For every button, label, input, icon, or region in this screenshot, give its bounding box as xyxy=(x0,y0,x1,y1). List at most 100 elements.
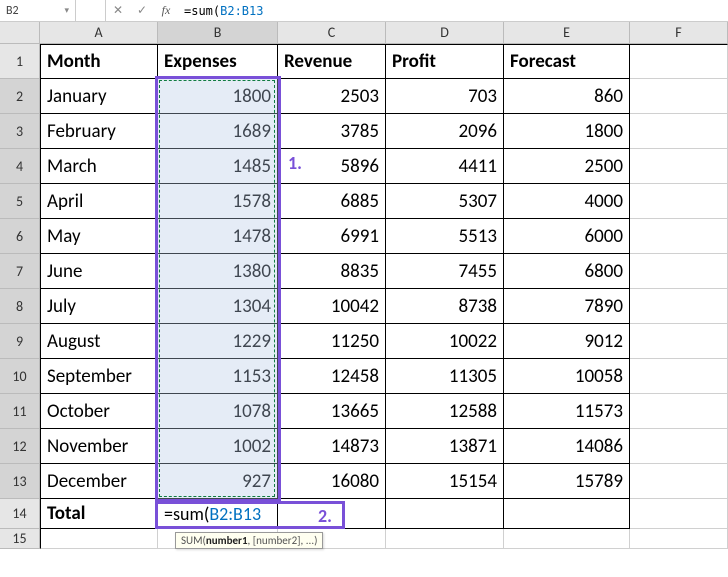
cell-D8[interactable]: 8738 xyxy=(386,289,504,324)
row-header-8[interactable]: 8 xyxy=(0,289,40,324)
cell-B4[interactable]: 1485 xyxy=(158,149,278,184)
row-header-9[interactable]: 9 xyxy=(0,324,40,359)
row-header-7[interactable]: 7 xyxy=(0,254,40,289)
cell-A1[interactable]: Month xyxy=(40,44,158,79)
cell-F1[interactable] xyxy=(630,44,728,79)
cell-D15[interactable] xyxy=(386,529,504,549)
cell-C14[interactable] xyxy=(278,499,386,529)
row-header-12[interactable]: 12 xyxy=(0,429,40,464)
cell-E1[interactable]: Forecast xyxy=(504,44,630,79)
cell-E7[interactable]: 6800 xyxy=(504,254,630,289)
cell-E15[interactable] xyxy=(504,529,630,549)
formula-bar-input[interactable]: =sum(B2:B13 xyxy=(178,0,728,21)
cell-C6[interactable]: 6991 xyxy=(278,219,386,254)
cell-D9[interactable]: 10022 xyxy=(386,324,504,359)
cell-D3[interactable]: 2096 xyxy=(386,114,504,149)
cell-E11[interactable]: 11573 xyxy=(504,394,630,429)
cell-E5[interactable]: 4000 xyxy=(504,184,630,219)
cell-A8[interactable]: July xyxy=(40,289,158,324)
cell-A12[interactable]: November xyxy=(40,429,158,464)
cell-A5[interactable]: April xyxy=(40,184,158,219)
cell-E3[interactable]: 1800 xyxy=(504,114,630,149)
cell-E9[interactable]: 9012 xyxy=(504,324,630,359)
row-header-14[interactable]: 14 xyxy=(0,499,40,529)
cell-F7[interactable] xyxy=(630,254,728,289)
cell-F6[interactable] xyxy=(630,219,728,254)
row-header-5[interactable]: 5 xyxy=(0,184,40,219)
cell-C7[interactable]: 8835 xyxy=(278,254,386,289)
cell-C13[interactable]: 16080 xyxy=(278,464,386,499)
cell-C2[interactable]: 2503 xyxy=(278,79,386,114)
cell-C5[interactable]: 6885 xyxy=(278,184,386,219)
col-header-C[interactable]: C xyxy=(278,22,386,44)
name-box[interactable]: B2 ▾ xyxy=(0,0,76,21)
cell-F2[interactable] xyxy=(630,79,728,114)
cell-F3[interactable] xyxy=(630,114,728,149)
cell-F14[interactable] xyxy=(630,499,728,529)
cell-B1[interactable]: Expenses xyxy=(158,44,278,79)
cell-F15[interactable] xyxy=(630,529,728,549)
cell-D1[interactable]: Profit xyxy=(386,44,504,79)
cell-D10[interactable]: 11305 xyxy=(386,359,504,394)
cell-E10[interactable]: 10058 xyxy=(504,359,630,394)
cancel-formula-button[interactable]: ✕ xyxy=(106,0,130,21)
cell-B9[interactable]: 1229 xyxy=(158,324,278,359)
cell-D2[interactable]: 703 xyxy=(386,79,504,114)
row-header-1[interactable]: 1 xyxy=(0,44,40,79)
cell-E8[interactable]: 7890 xyxy=(504,289,630,324)
cell-A3[interactable]: February xyxy=(40,114,158,149)
cell-D14[interactable] xyxy=(386,499,504,529)
cell-F8[interactable] xyxy=(630,289,728,324)
cell-B14[interactable]: =sum(B2:B13 xyxy=(158,499,278,529)
chevron-down-icon[interactable]: ▾ xyxy=(64,5,69,16)
cell-F13[interactable] xyxy=(630,464,728,499)
cell-D13[interactable]: 15154 xyxy=(386,464,504,499)
cell-A4[interactable]: March xyxy=(40,149,158,184)
cell-F11[interactable] xyxy=(630,394,728,429)
cell-D6[interactable]: 5513 xyxy=(386,219,504,254)
cell-A13[interactable]: December xyxy=(40,464,158,499)
cell-B12[interactable]: 1002 xyxy=(158,429,278,464)
col-header-B[interactable]: B xyxy=(158,22,278,44)
row-header-2[interactable]: 2 xyxy=(0,79,40,114)
col-header-E[interactable]: E xyxy=(504,22,630,44)
row-header-13[interactable]: 13 xyxy=(0,464,40,499)
col-header-D[interactable]: D xyxy=(386,22,504,44)
cell-A15[interactable] xyxy=(40,529,158,549)
row-header-10[interactable]: 10 xyxy=(0,359,40,394)
cell-B2[interactable]: 1800 xyxy=(158,79,278,114)
cell-A11[interactable]: October xyxy=(40,394,158,429)
cell-A10[interactable]: September xyxy=(40,359,158,394)
row-header-6[interactable]: 6 xyxy=(0,219,40,254)
cell-F9[interactable] xyxy=(630,324,728,359)
cell-D12[interactable]: 13871 xyxy=(386,429,504,464)
row-header-4[interactable]: 4 xyxy=(0,149,40,184)
cell-C1[interactable]: Revenue xyxy=(278,44,386,79)
cell-E6[interactable]: 6000 xyxy=(504,219,630,254)
cell-C11[interactable]: 13665 xyxy=(278,394,386,429)
cell-B10[interactable]: 1153 xyxy=(158,359,278,394)
cell-A9[interactable]: August xyxy=(40,324,158,359)
insert-function-button[interactable]: fx xyxy=(154,0,178,21)
cell-E12[interactable]: 14086 xyxy=(504,429,630,464)
cell-C12[interactable]: 14873 xyxy=(278,429,386,464)
cell-A6[interactable]: May xyxy=(40,219,158,254)
cell-B13[interactable]: 927 xyxy=(158,464,278,499)
cell-B3[interactable]: 1689 xyxy=(158,114,278,149)
cell-B6[interactable]: 1478 xyxy=(158,219,278,254)
cell-B8[interactable]: 1304 xyxy=(158,289,278,324)
cell-D4[interactable]: 4411 xyxy=(386,149,504,184)
cell-D5[interactable]: 5307 xyxy=(386,184,504,219)
cell-D7[interactable]: 7455 xyxy=(386,254,504,289)
cell-E13[interactable]: 15789 xyxy=(504,464,630,499)
cell-D11[interactable]: 12588 xyxy=(386,394,504,429)
cell-C10[interactable]: 12458 xyxy=(278,359,386,394)
cell-C8[interactable]: 10042 xyxy=(278,289,386,324)
accept-formula-button[interactable]: ✓ xyxy=(130,0,154,21)
cell-E14[interactable] xyxy=(504,499,630,529)
cell-F10[interactable] xyxy=(630,359,728,394)
cell-B5[interactable]: 1578 xyxy=(158,184,278,219)
cell-E4[interactable]: 2500 xyxy=(504,149,630,184)
cell-F4[interactable] xyxy=(630,149,728,184)
cell-F5[interactable] xyxy=(630,184,728,219)
